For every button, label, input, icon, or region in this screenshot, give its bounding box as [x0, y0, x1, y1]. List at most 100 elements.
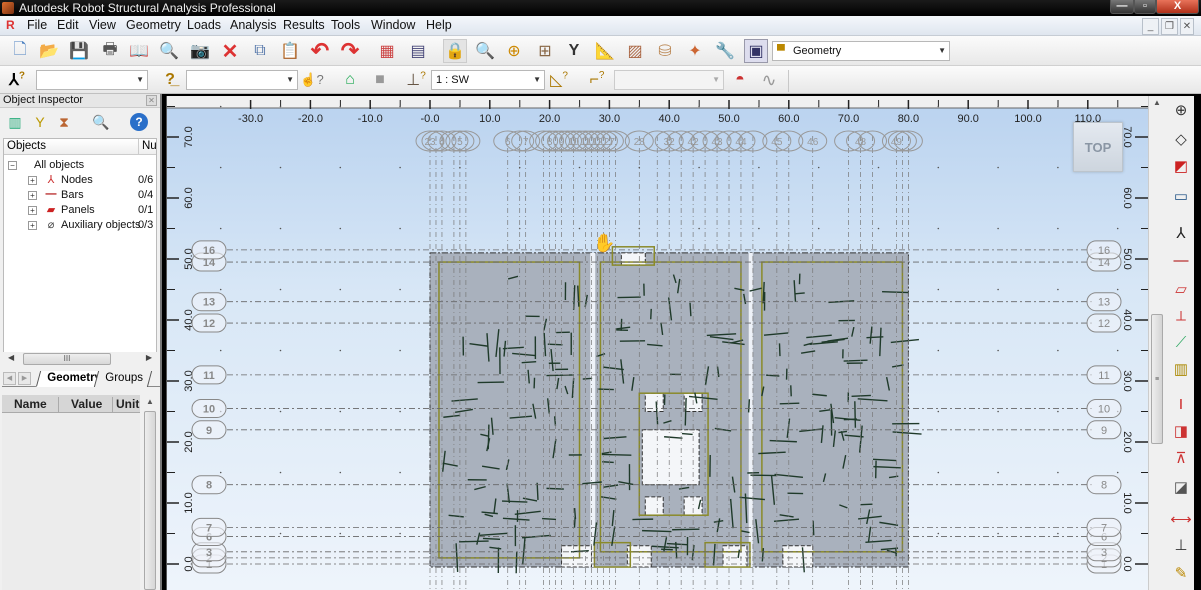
- structure-type-button[interactable]: ◩: [1168, 156, 1194, 178]
- tree-horizontal-scrollbar[interactable]: ◀ III ▶: [3, 352, 157, 366]
- menu-view[interactable]: View: [89, 18, 116, 32]
- menu-window[interactable]: Window: [371, 18, 415, 32]
- filter-button[interactable]: Y: [31, 113, 49, 131]
- nodes-button[interactable]: ⅄: [1168, 223, 1194, 245]
- menu-help[interactable]: Help: [426, 18, 452, 32]
- node-selection-input[interactable]: ▼: [36, 70, 148, 90]
- preview-zoom-button[interactable]: 🔍: [157, 39, 181, 63]
- calculator-button[interactable]: ▦: [375, 39, 399, 63]
- supports-button[interactable]: ⊼: [1168, 448, 1194, 470]
- structural-axis-button[interactable]: ⊕: [1168, 100, 1194, 122]
- properties-vertical-scrollbar[interactable]: ▲: [142, 395, 158, 590]
- print-preview-button[interactable]: 📖: [127, 39, 151, 63]
- tree-root[interactable]: − All objects: [4, 158, 156, 173]
- layout-selector-button[interactable]: ▣: [744, 39, 768, 63]
- column-number[interactable]: Nu: [138, 139, 158, 155]
- minimize-button[interactable]: —: [1110, 0, 1134, 14]
- help-button[interactable]: ?: [130, 113, 148, 131]
- menu-loads[interactable]: Loads: [187, 18, 221, 32]
- foundation-button[interactable]: ▥: [1168, 359, 1194, 381]
- expand-icon[interactable]: +: [28, 206, 37, 215]
- view-3d-button[interactable]: ⌂: [338, 68, 362, 92]
- releases-button[interactable]: ◪: [1168, 477, 1194, 499]
- sections-button[interactable]: ▭: [1168, 186, 1194, 208]
- menu-edit[interactable]: Edit: [57, 18, 79, 32]
- menu-tools[interactable]: Tools: [331, 18, 360, 32]
- modal-selection-button[interactable]: ◺?: [547, 68, 571, 92]
- mdi-close-button[interactable]: ✕: [1180, 18, 1194, 35]
- column-unit[interactable]: Unit: [112, 397, 140, 413]
- job-preferences-button[interactable]: ⛁: [653, 39, 677, 63]
- load-wizard-button[interactable]: ✎: [1168, 563, 1194, 585]
- scroll-up-icon[interactable]: ▲: [146, 397, 154, 406]
- materials-button[interactable]: ◨: [1168, 421, 1194, 443]
- find-button[interactable]: 🔍: [92, 113, 110, 131]
- preferences-button[interactable]: ✦: [683, 39, 707, 63]
- column-objects[interactable]: Objects: [7, 140, 46, 152]
- open-button[interactable]: 📂: [37, 39, 61, 63]
- redo-button[interactable]: ↷: [338, 38, 362, 63]
- scrollbar-thumb[interactable]: ≡: [1151, 314, 1163, 444]
- paste-button[interactable]: 📋: [278, 39, 302, 63]
- save-button[interactable]: 💾: [67, 39, 91, 63]
- undo-button[interactable]: ↶: [308, 38, 332, 63]
- copy-button[interactable]: ⧉: [248, 39, 272, 63]
- menu-analysis[interactable]: Analysis: [230, 18, 277, 32]
- load-display-button[interactable]: ◓: [728, 68, 752, 92]
- loads-button[interactable]: ⊥: [1168, 535, 1194, 557]
- section-i-button[interactable]: I: [1168, 394, 1194, 416]
- panel-reinforcement-button[interactable]: ⟋: [1168, 332, 1194, 354]
- bars-button[interactable]: —: [1168, 250, 1194, 272]
- menu-results[interactable]: Results: [283, 18, 325, 32]
- section-definition-button[interactable]: 📐: [593, 39, 617, 63]
- tab-prev-button[interactable]: ◀: [3, 372, 16, 385]
- load-case-select[interactable]: 1 : SW ▼: [431, 70, 545, 90]
- openings-button[interactable]: ⟂: [1168, 306, 1194, 328]
- tab-groups[interactable]: Groups: [93, 371, 152, 387]
- load-cases-button[interactable]: ⟷: [1168, 509, 1194, 531]
- new-button[interactable]: 🗋: [8, 39, 32, 63]
- tab-next-button[interactable]: ▶: [18, 372, 31, 385]
- tree-item-bars[interactable]: + — Bars 0/4: [4, 188, 156, 203]
- filter-clear-button[interactable]: ⧗: [55, 113, 73, 131]
- lock-button[interactable]: 🔒: [443, 39, 467, 63]
- scroll-right-icon[interactable]: ▶: [146, 353, 152, 362]
- zoom-window-button[interactable]: 🔍: [473, 39, 497, 63]
- mdi-restore-button[interactable]: ❐: [1161, 18, 1178, 35]
- scroll-left-icon[interactable]: ◀: [8, 353, 14, 362]
- menu-file[interactable]: File: [27, 18, 47, 32]
- expand-icon[interactable]: +: [28, 221, 37, 230]
- bar-selection-button[interactable]: ?̲: [158, 68, 182, 92]
- combination-selection-button[interactable]: ⌐?: [585, 68, 609, 92]
- screen-capture-button[interactable]: 📷: [188, 39, 212, 63]
- tables-button[interactable]: ▤: [406, 39, 430, 63]
- expand-icon[interactable]: +: [28, 191, 37, 200]
- structure-view[interactable]: -30.0 -20.0 -10.0 -0.0 10.0 20.0 30.0 40.0 50.0 6…: [166, 96, 1148, 590]
- robot-logo-icon[interactable]: R: [6, 18, 17, 32]
- column-name[interactable]: Name: [14, 397, 47, 413]
- materials-button[interactable]: ▨: [623, 39, 647, 63]
- mdi-minimize-button[interactable]: _: [1142, 18, 1159, 35]
- tree-item-panels[interactable]: + ▰ Panels 0/1: [4, 203, 156, 218]
- scrollbar-thumb[interactable]: [144, 411, 156, 590]
- bar-selection-input[interactable]: ▼: [186, 70, 298, 90]
- print-button[interactable]: 🖶: [98, 39, 122, 63]
- tree-item-nodes[interactable]: + ⅄ Nodes 0/6: [4, 173, 156, 188]
- view-cube-top[interactable]: TOP: [1073, 122, 1123, 172]
- mode-select[interactable]: ▼: [614, 70, 724, 90]
- filter-columns-button[interactable]: ▥: [6, 113, 24, 131]
- inspector-close-button[interactable]: ✕: [146, 95, 157, 106]
- structure-model-button[interactable]: Y: [562, 39, 586, 63]
- view-vertical-scrollbar[interactable]: ▲ ≡: [1148, 96, 1164, 590]
- scroll-up-icon[interactable]: ▲: [1153, 98, 1161, 107]
- zoom-all-button[interactable]: ⊕: [502, 39, 526, 63]
- column-value[interactable]: Value: [58, 397, 112, 413]
- layout-select[interactable]: ▀ Geometry ▼: [772, 41, 950, 61]
- tree-item-auxiliary-objects[interactable]: + ⌀ Auxiliary objects 0/3: [4, 218, 156, 233]
- node-selection-button[interactable]: ⅄?: [5, 68, 29, 92]
- expand-icon[interactable]: +: [28, 176, 37, 185]
- panel-button[interactable]: ▱: [1168, 279, 1194, 301]
- case-selection-button[interactable]: ⊥?: [404, 68, 428, 92]
- panels-button[interactable]: ■: [368, 68, 392, 92]
- maximize-button[interactable]: ▫: [1134, 0, 1156, 14]
